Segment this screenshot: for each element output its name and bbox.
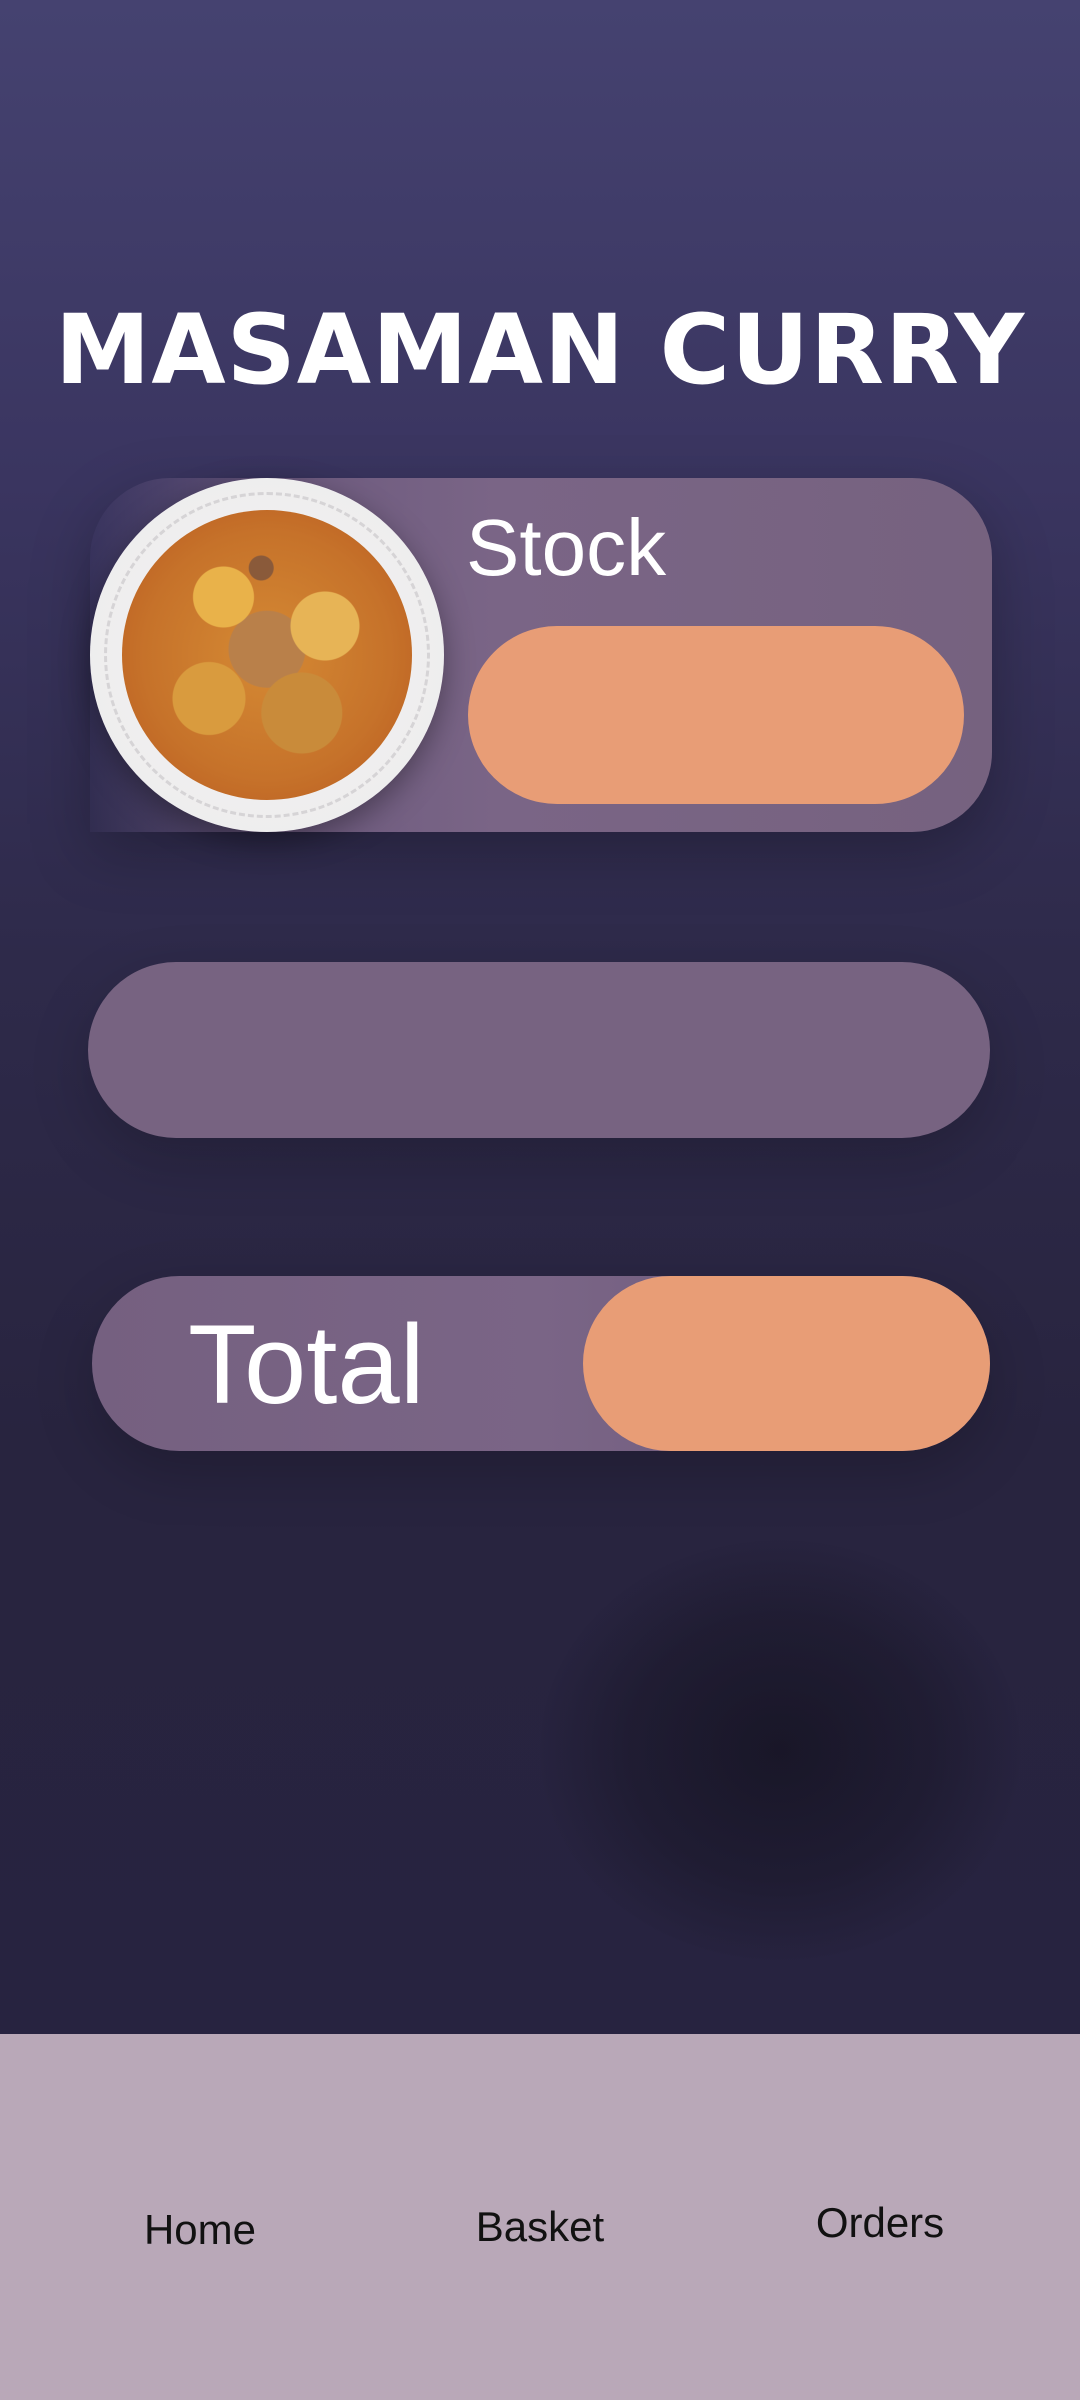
curry-dish-image	[90, 478, 444, 832]
quantity-field[interactable]	[88, 962, 990, 1138]
nav-orders[interactable]: Orders	[780, 2193, 980, 2253]
stock-label: Stock	[466, 503, 667, 592]
total-value-field[interactable]	[583, 1276, 990, 1451]
background-shadow	[540, 1540, 1020, 1960]
stock-value-field[interactable]	[468, 626, 964, 804]
nav-basket[interactable]: Basket	[440, 2197, 640, 2257]
curry-food	[122, 510, 412, 800]
page-title: MASAMAN CURRY	[54, 294, 1026, 406]
total-label: Total	[188, 1302, 425, 1427]
nav-home[interactable]: Home	[100, 2200, 300, 2260]
